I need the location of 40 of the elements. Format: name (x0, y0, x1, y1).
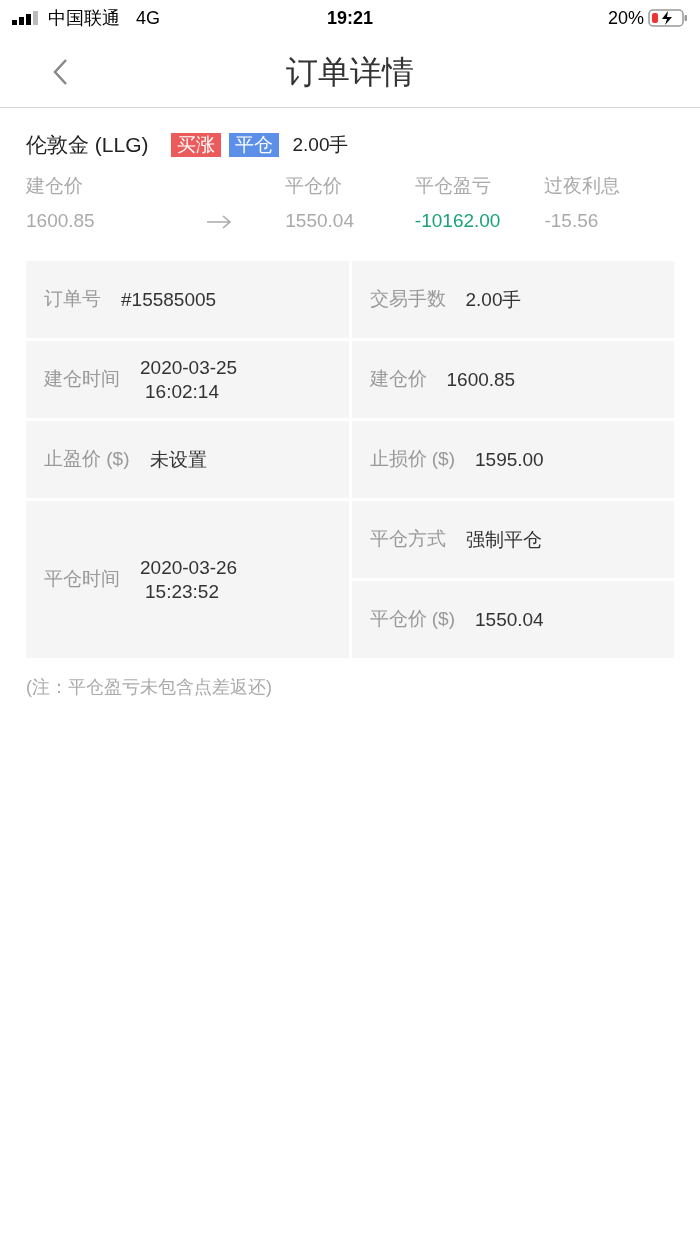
field-value: 1595.00 (475, 447, 544, 472)
product-name: 伦敦金 (LLG) (26, 132, 149, 159)
battery-percent: 20% (607, 6, 644, 30)
back-chevron-icon (52, 58, 68, 86)
field-label: 建仓价 (369, 367, 427, 392)
field-value: 强制平仓 (465, 527, 542, 552)
field-label: 平仓时间 (44, 567, 120, 592)
stat-value: 1550.04 (285, 208, 355, 233)
field-label: 交易手数 (369, 287, 446, 312)
carrier-name: 中国联通 (48, 6, 120, 30)
field-value: #15585005 (121, 287, 217, 312)
clock-time: 19:21 (325, 6, 374, 30)
field-value: 1550.04 (475, 607, 544, 632)
stat-value: -15.56 (544, 208, 600, 233)
field-label: 订单号 (44, 287, 101, 312)
field-label: 止盈价 ($) (44, 447, 130, 472)
field-value: 1600.85 (446, 367, 516, 392)
right-arrow-icon (205, 215, 232, 229)
field-value: 2020-03-26 15:23:52 (140, 555, 238, 604)
battery-charging-icon (648, 9, 688, 27)
field-label: 止损价 ($) (369, 447, 455, 472)
stat-label: 平仓价 (285, 174, 344, 198)
order-tag: 买涨 (170, 133, 221, 157)
page-title: 订单详情 (286, 52, 414, 92)
stat-label: 过夜利息 (544, 174, 622, 198)
order-tag: 平仓 (228, 133, 279, 157)
stat-label: 平仓盈亏 (414, 174, 492, 198)
stat-label: 建仓价 (26, 174, 84, 198)
stat-value: 1600.85 (26, 208, 96, 233)
field-value: 2.00手 (465, 287, 522, 312)
signal-icon (12, 11, 40, 25)
field-label: 平仓价 ($) (369, 607, 455, 632)
field-value: 2020-03-25 16:02:14 (140, 355, 238, 404)
field-label: 建仓时间 (44, 367, 120, 392)
field-label: 平仓方式 (369, 527, 446, 552)
lot-size: 2.00手 (292, 132, 349, 157)
footnote: (注：平仓盈亏未包含点差返还) (26, 676, 273, 699)
field-value: 未设置 (149, 447, 207, 472)
network-type: 4G (136, 6, 160, 30)
stat-value: -10162.00 (414, 208, 502, 233)
